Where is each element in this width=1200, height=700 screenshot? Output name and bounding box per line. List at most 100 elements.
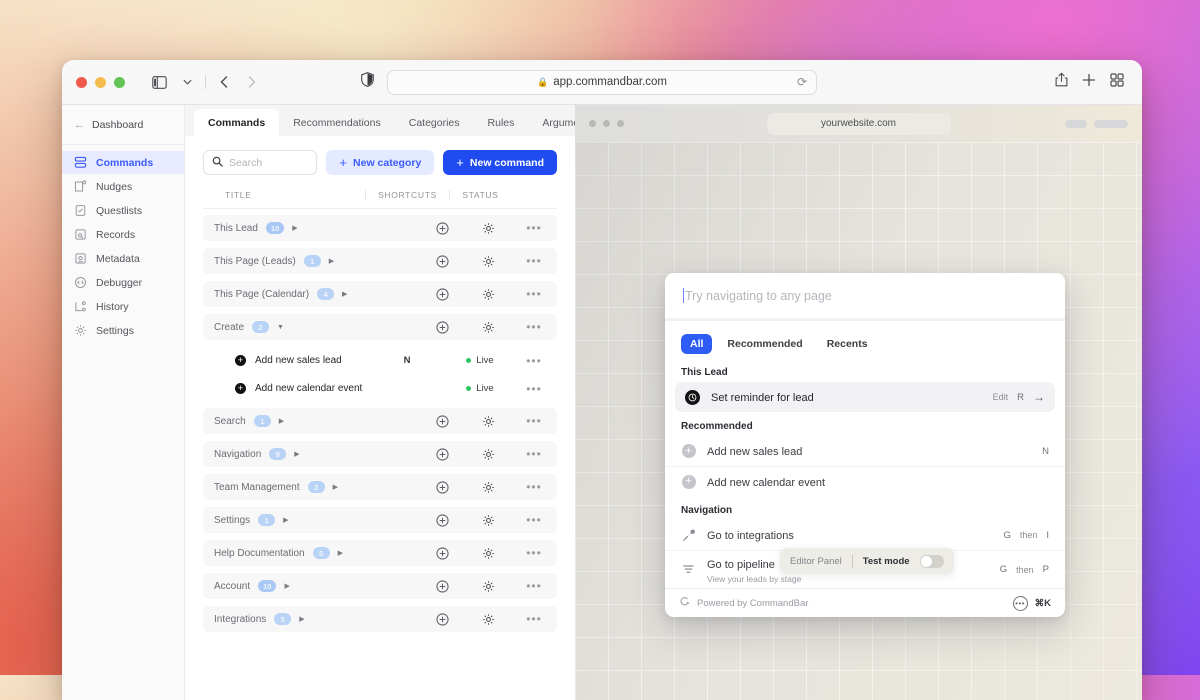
add-command-button[interactable]	[419, 254, 465, 268]
palette-item-go-to-integrations[interactable]: Go to integrations G then I	[665, 520, 1065, 550]
add-command-button[interactable]	[419, 546, 465, 560]
table-row[interactable]: Account 10 ▶ •••	[203, 573, 557, 599]
tab-recommendations[interactable]: Recommendations	[279, 110, 395, 136]
table-row[interactable]: This Page (Calendar) 4 ▶ •••	[203, 281, 557, 307]
group-settings-button[interactable]	[465, 255, 511, 268]
sidebar-item-questlists[interactable]: Questlists	[62, 199, 184, 222]
add-command-button[interactable]	[419, 287, 465, 301]
table-row[interactable]: Search 1 ▶ •••	[203, 408, 557, 434]
command-row[interactable]: Add new sales lead N Live •••	[203, 347, 557, 374]
table-row[interactable]: Navigation 9 ▶ •••	[203, 441, 557, 467]
back-to-dashboard-link[interactable]: ← Dashboard	[62, 105, 184, 145]
row-more-button[interactable]: •••	[511, 480, 557, 494]
group-settings-button[interactable]	[465, 448, 511, 461]
tab-commands[interactable]: Commands	[194, 109, 280, 136]
chevron-right-icon[interactable]: ▶	[329, 257, 334, 265]
row-more-button[interactable]: •••	[511, 546, 557, 560]
row-more-button[interactable]: •••	[511, 354, 557, 368]
privacy-shield-icon[interactable]	[361, 72, 374, 92]
chevron-right-icon[interactable]: ▶	[294, 450, 299, 458]
tab-rules[interactable]: Rules	[474, 110, 529, 136]
table-row[interactable]: Team Management 2 ▶ •••	[203, 474, 557, 500]
chevron-right-icon[interactable]: ▶	[279, 417, 284, 425]
group-settings-button[interactable]	[465, 580, 511, 593]
back-arrow-icon[interactable]	[210, 69, 238, 95]
row-more-button[interactable]: •••	[511, 382, 557, 396]
new-command-button[interactable]: + New command	[443, 150, 557, 175]
palette-tab-recommended[interactable]: Recommended	[718, 334, 811, 354]
row-more-button[interactable]: •••	[511, 579, 557, 593]
group-settings-button[interactable]	[465, 222, 511, 235]
table-row[interactable]: Settings 1 ▶ •••	[203, 507, 557, 533]
group-settings-button[interactable]	[465, 613, 511, 626]
add-command-button[interactable]	[419, 579, 465, 593]
sidebar-toggle-icon[interactable]	[145, 69, 173, 95]
add-command-button[interactable]	[419, 414, 465, 428]
sidebar-item-records[interactable]: Records	[62, 223, 184, 246]
group-settings-button[interactable]	[465, 481, 511, 494]
table-row[interactable]: This Lead 10 ▶ •••	[203, 215, 557, 241]
search-input[interactable]: Search	[203, 150, 318, 175]
chevron-down-icon[interactable]: ▼	[277, 324, 284, 331]
test-mode-toggle[interactable]	[919, 554, 944, 568]
reload-icon[interactable]: ⟳	[797, 75, 807, 89]
chevron-right-icon[interactable]: ▶	[338, 549, 343, 557]
close-window-button[interactable]	[76, 76, 87, 88]
command-row[interactable]: Add new calendar event Live •••	[203, 375, 557, 402]
sidebar-item-nudges[interactable]: Nudges	[62, 175, 184, 198]
new-category-button[interactable]: + New category	[326, 150, 435, 175]
chat-icon[interactable]: •••	[1012, 595, 1028, 611]
row-more-button[interactable]: •••	[511, 287, 557, 301]
chevron-right-icon[interactable]: ▶	[333, 483, 338, 491]
add-command-button[interactable]	[419, 513, 465, 527]
maximize-window-button[interactable]	[114, 76, 125, 88]
palette-item-add-calendar-event[interactable]: + Add new calendar event	[665, 466, 1065, 496]
group-settings-button[interactable]	[465, 547, 511, 560]
row-more-button[interactable]: •••	[511, 320, 557, 334]
row-more-button[interactable]: •••	[511, 447, 557, 461]
sidebar-item-metadata[interactable]: Metadata	[62, 247, 184, 270]
add-command-button[interactable]	[419, 320, 465, 334]
chevron-right-icon[interactable]: ▶	[284, 582, 289, 590]
preview-address-bar[interactable]: yourwebsite.com	[766, 112, 951, 135]
row-more-button[interactable]: •••	[511, 513, 557, 527]
table-row[interactable]: This Page (Leads) 1 ▶ •••	[203, 248, 557, 274]
sidebar-item-history[interactable]: History	[62, 295, 184, 318]
sidebar-item-commands[interactable]: Commands	[62, 151, 184, 174]
palette-tab-recents[interactable]: Recents	[818, 334, 877, 354]
row-more-button[interactable]: •••	[511, 221, 557, 235]
group-settings-button[interactable]	[465, 321, 511, 334]
chevron-right-icon[interactable]: ▶	[292, 224, 297, 232]
add-command-button[interactable]	[419, 612, 465, 626]
sidebar-item-debugger[interactable]: Debugger	[62, 271, 184, 294]
tab-categories[interactable]: Categories	[395, 110, 474, 136]
chevron-right-icon[interactable]: ▶	[283, 516, 288, 524]
row-more-button[interactable]: •••	[511, 414, 557, 428]
row-more-button[interactable]: •••	[511, 612, 557, 626]
add-command-button[interactable]	[419, 447, 465, 461]
sidebar-item-settings[interactable]: Settings	[62, 319, 184, 342]
palette-item-set-reminder[interactable]: Set reminder for lead Edit R →	[675, 382, 1055, 412]
table-row[interactable]: Create 2 ▼ •••	[203, 314, 557, 340]
editor-panel-label[interactable]: Editor Panel	[790, 556, 842, 567]
address-bar[interactable]: 🔒 app.commandbar.com ⟳	[387, 69, 817, 95]
share-icon[interactable]	[1055, 72, 1068, 92]
chevron-right-icon[interactable]: ▶	[342, 290, 347, 298]
palette-item-edit-label[interactable]: Edit	[993, 392, 1009, 402]
palette-search-input[interactable]: Try navigating to any page	[665, 273, 1065, 321]
chevron-down-icon[interactable]	[173, 69, 201, 95]
table-row[interactable]: Help Documentation 5 ▶ •••	[203, 540, 557, 566]
chevron-right-icon[interactable]: ▶	[299, 615, 304, 623]
tab-grid-icon[interactable]	[1110, 72, 1124, 92]
add-command-button[interactable]	[419, 480, 465, 494]
forward-arrow-icon[interactable]	[238, 69, 266, 95]
group-settings-button[interactable]	[465, 288, 511, 301]
palette-item-add-sales-lead[interactable]: + Add new sales lead N	[665, 436, 1065, 466]
group-settings-button[interactable]	[465, 514, 511, 527]
group-settings-button[interactable]	[465, 415, 511, 428]
palette-tab-all[interactable]: All	[681, 334, 713, 354]
table-row[interactable]: Integrations 5 ▶ •••	[203, 606, 557, 632]
add-command-button[interactable]	[419, 221, 465, 235]
minimize-window-button[interactable]	[95, 76, 106, 88]
row-more-button[interactable]: •••	[511, 254, 557, 268]
